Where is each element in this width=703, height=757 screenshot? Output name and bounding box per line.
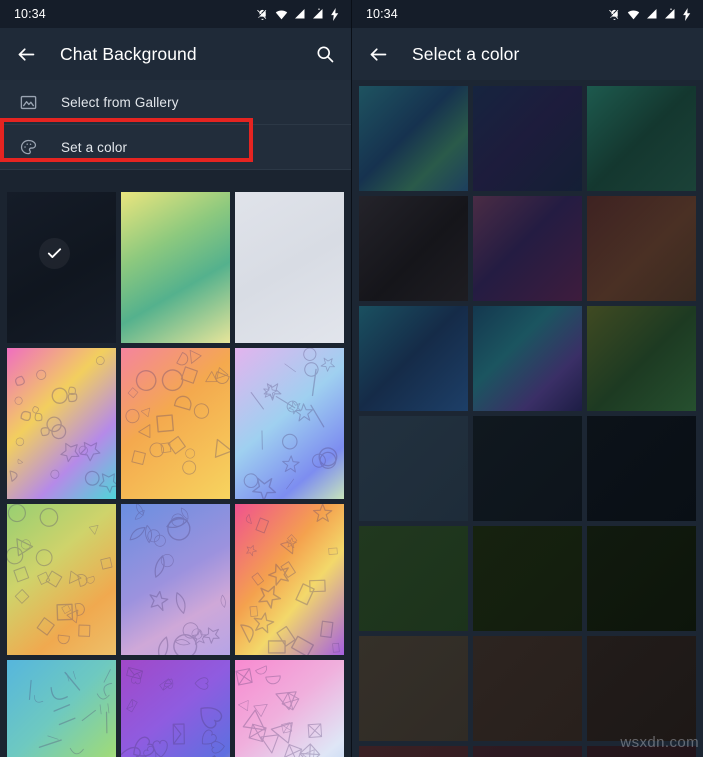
color-swatch-grid xyxy=(352,80,703,757)
wallpaper-cell-light-grey-plain[interactable] xyxy=(235,192,344,343)
wallpaper-cell-pink-yellow-doodles[interactable] xyxy=(7,348,116,499)
status-icon-group xyxy=(608,7,692,21)
right-app-bar: Select a color xyxy=(352,28,703,80)
color-swatch-wine-solid[interactable] xyxy=(473,746,582,757)
wallpaper-cell-math-formulas[interactable] xyxy=(7,660,116,757)
doodle-pattern-overlay xyxy=(121,348,230,499)
status-icon-group xyxy=(256,7,340,21)
color-swatch-dark-plum-solid[interactable] xyxy=(587,746,696,757)
doodle-pattern-overlay xyxy=(235,348,344,499)
wifi-icon xyxy=(275,8,288,21)
image-icon xyxy=(17,92,39,114)
right-status-bar: 10:34 xyxy=(352,0,703,28)
color-swatch-black-navy-solid[interactable] xyxy=(587,416,696,521)
option-label: Set a color xyxy=(61,140,128,155)
wallpaper-cell-pink-orange-doodles[interactable] xyxy=(235,504,344,655)
left-screen-chat-background: 10:34 Chat Background Select from Galler… xyxy=(0,0,351,757)
doodle-pattern-overlay xyxy=(235,504,344,655)
color-swatch-near-black-brown[interactable] xyxy=(587,636,696,741)
color-swatch-teal-purple-gradient[interactable] xyxy=(473,306,582,411)
wallpaper-cell-yellow-green-blur[interactable] xyxy=(121,192,230,343)
status-time: 10:34 xyxy=(14,7,46,21)
wallpaper-grid xyxy=(0,192,351,757)
wallpaper-cell-paris-louvre[interactable] xyxy=(235,660,344,757)
left-status-bar: 10:34 xyxy=(0,0,351,28)
color-swatch-slate-blue-solid[interactable] xyxy=(359,416,468,521)
doodle-pattern-overlay xyxy=(121,660,230,757)
color-swatch-charcoal-gradient[interactable] xyxy=(359,196,468,301)
doodle-pattern-overlay xyxy=(7,660,116,757)
arrow-back-icon[interactable] xyxy=(14,42,38,66)
dual-screenshot-container: 10:34 Chat Background Select from Galler… xyxy=(0,0,703,757)
signal-no-sim-icon xyxy=(664,8,676,20)
color-swatch-rust-brown-gradient[interactable] xyxy=(587,196,696,301)
color-swatch-deep-forest-solid[interactable] xyxy=(473,526,582,631)
right-screen-select-a-color: 10:34 Select a color wsxdn.com xyxy=(352,0,703,757)
doodle-pattern-overlay xyxy=(7,504,116,655)
option-set-a-color[interactable]: Set a color xyxy=(0,125,351,170)
color-swatch-dark-green-solid[interactable] xyxy=(359,526,468,631)
option-select-from-gallery[interactable]: Select from Gallery xyxy=(0,80,351,125)
arrow-back-icon[interactable] xyxy=(366,42,390,66)
selected-check-icon xyxy=(39,238,70,269)
color-swatch-olive-green-gradient[interactable] xyxy=(587,306,696,411)
charging-bolt-icon xyxy=(330,7,340,21)
wallpaper-cell-green-orange-doodles[interactable] xyxy=(7,504,116,655)
color-swatch-midnight-solid[interactable] xyxy=(473,416,582,521)
wallpaper-cell-blue-space-doodles[interactable] xyxy=(121,504,230,655)
wallpaper-cell-orange-sweets-doodles[interactable] xyxy=(121,348,230,499)
color-swatch-deep-indigo-gradient[interactable] xyxy=(473,86,582,191)
wifi-icon xyxy=(627,8,640,21)
page-title: Select a color xyxy=(412,43,520,64)
left-app-bar: Chat Background xyxy=(0,28,351,80)
list-bottom-spacer xyxy=(0,170,351,192)
wallpaper-cell-solid-dark-navy[interactable] xyxy=(7,192,116,343)
notifications-off-icon xyxy=(608,8,621,21)
palette-icon xyxy=(17,137,39,159)
status-time: 10:34 xyxy=(366,7,398,21)
page-title: Chat Background xyxy=(60,43,197,64)
charging-bolt-icon xyxy=(682,7,692,21)
option-label: Select from Gallery xyxy=(61,95,179,110)
doodle-pattern-overlay xyxy=(121,504,230,655)
search-icon[interactable] xyxy=(313,42,337,66)
signal-no-sim-icon xyxy=(312,8,324,20)
color-swatch-warm-grey-solid[interactable] xyxy=(359,636,468,741)
wallpaper-cell-purple-love-doodles[interactable] xyxy=(121,660,230,757)
background-options-list: Select from Gallery Set a color xyxy=(0,80,351,170)
signal-icon xyxy=(646,8,658,20)
color-swatch-dark-brown-solid[interactable] xyxy=(473,636,582,741)
color-swatch-forest-teal-gradient[interactable] xyxy=(587,86,696,191)
notifications-off-icon xyxy=(256,8,269,21)
doodle-pattern-overlay xyxy=(7,348,116,499)
color-swatch-teal-navy-gradient[interactable] xyxy=(359,86,468,191)
wallpaper-cell-violet-blue-doodles[interactable] xyxy=(235,348,344,499)
doodle-pattern-overlay xyxy=(235,660,344,757)
color-swatch-blackest-green-solid[interactable] xyxy=(587,526,696,631)
signal-icon xyxy=(294,8,306,20)
color-swatch-ocean-blue-gradient[interactable] xyxy=(359,306,468,411)
color-swatch-maroon-solid[interactable] xyxy=(359,746,468,757)
color-swatch-plum-violet-gradient[interactable] xyxy=(473,196,582,301)
